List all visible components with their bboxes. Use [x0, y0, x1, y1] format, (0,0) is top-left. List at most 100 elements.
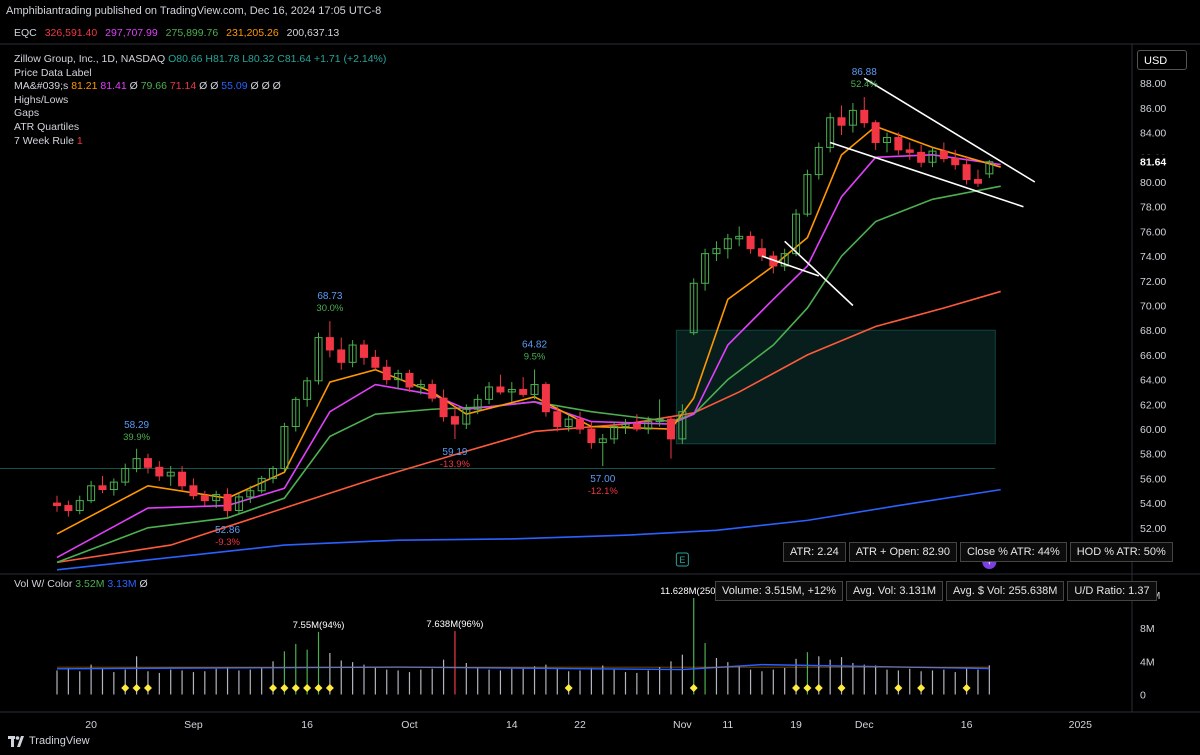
volume-legend-v3: Ø: [139, 578, 148, 590]
volume-diamond-marker: [814, 684, 823, 692]
volume-legend-label[interactable]: Vol W/ Color: [14, 578, 72, 590]
candle-body: [143, 458, 152, 468]
volume-diamond-marker: [325, 684, 334, 692]
eqc-legend: EQC 326,591.40 297,707.99 275,899.76 231…: [14, 27, 344, 39]
eqc-label: EQC: [14, 27, 37, 39]
volume-diamond-marker: [280, 684, 289, 692]
candle-body: [632, 423, 641, 430]
candle-body: [860, 109, 869, 124]
price-tick-label: 56.00: [1140, 473, 1166, 485]
candle-body: [337, 349, 346, 363]
volume-diamond-marker: [291, 684, 300, 692]
price-tick-label: 66.00: [1140, 350, 1166, 362]
price-tick-label: 84.00: [1140, 128, 1166, 140]
swing-low-pct: -9.3%: [215, 537, 240, 548]
eqc-value: 326,591.40: [44, 27, 98, 39]
stat-hod-atr: HOD % ATR: 50%: [1069, 542, 1173, 562]
candle-body: [951, 158, 960, 166]
swing-high-pct: 39.9%: [123, 432, 150, 443]
stat-avg-dollar-volume: Avg. $ Vol: 255.638M: [946, 581, 1065, 601]
candle-body: [894, 137, 903, 151]
time-tick-label: 16: [301, 719, 313, 731]
candle-body: [962, 164, 971, 181]
candle-body: [98, 485, 107, 491]
time-tick-label: Oct: [401, 719, 417, 731]
ma-value: 79.66: [140, 80, 167, 93]
eqc-value: 275,899.76: [165, 27, 219, 39]
ma-value: Ø: [129, 80, 138, 93]
legend-price-data-label[interactable]: Price Data Label: [14, 67, 386, 81]
volume-diamond-marker: [121, 684, 130, 692]
price-tick-label: 88.00: [1140, 78, 1166, 90]
candle-body: [973, 179, 982, 184]
candle-body: [450, 416, 459, 425]
stat-atr: ATR: 2.24: [783, 542, 846, 562]
time-tick-label: Nov: [673, 719, 692, 731]
volume-spike-label: 7.55M(94%): [293, 620, 345, 631]
candle-body: [428, 384, 437, 399]
time-tick-label: 2025: [1069, 719, 1093, 731]
legend-highs-lows[interactable]: Highs/Lows: [14, 94, 386, 108]
ma-value: 81.41: [100, 80, 127, 93]
tradingview-logo-icon: [8, 735, 24, 747]
price-tick-label: 64.00: [1140, 375, 1166, 387]
legend-week-rule[interactable]: 7 Week Rule: [14, 135, 74, 147]
volume-legend: Vol W/ Color 3.52M 3.13M Ø: [14, 578, 148, 590]
trendline: [784, 240, 854, 307]
time-tick-label: 19: [790, 719, 802, 731]
swing-low-label: 52.86: [215, 525, 240, 536]
legend-atr-quartiles[interactable]: ATR Quartiles: [14, 121, 386, 135]
price-tick-label: 70.00: [1140, 301, 1166, 313]
time-tick-label: 14: [506, 719, 518, 731]
candle-body: [405, 372, 414, 388]
volume-diamond-marker: [803, 684, 812, 692]
gap-zone: [675, 329, 996, 445]
eqc-value: 297,707.99: [105, 27, 158, 39]
volume-diamond-marker: [837, 684, 846, 692]
volume-diamond-marker: [564, 684, 573, 692]
candle-body: [359, 344, 368, 358]
candle-body: [871, 122, 880, 143]
stat-close-atr: Close % ATR: 44%: [960, 542, 1067, 562]
candle-body: [178, 471, 187, 487]
ma-value: 71.14: [169, 80, 197, 93]
legend-gaps[interactable]: Gaps: [14, 107, 386, 121]
week-rule-value: 1: [76, 134, 83, 147]
candle-body: [757, 248, 766, 257]
price-tick-label: 72.00: [1140, 276, 1166, 288]
price-tick-label: 62.00: [1140, 399, 1166, 411]
trendline: [863, 77, 1036, 183]
footer-brand[interactable]: TradingView: [29, 735, 90, 747]
candle-body: [155, 466, 164, 477]
ma-value: Ø Ø Ø: [250, 80, 281, 93]
candle-body: [666, 418, 675, 440]
price-tick-label: 54.00: [1140, 498, 1166, 510]
eqc-value: 200,637.13: [286, 27, 340, 39]
volume-legend-v1: 3.52M: [75, 578, 105, 590]
volume-tick-label: 4M: [1140, 656, 1155, 668]
volume-diamond-marker: [917, 684, 926, 692]
publisher-header: Amphibiantrading published on TradingVie…: [6, 5, 382, 17]
candle-body: [587, 428, 596, 444]
candle-body: [371, 356, 380, 368]
swing-high-label: 68.73: [317, 291, 342, 302]
symbol-title[interactable]: Zillow Group, Inc., 1D, NASDAQ: [14, 53, 165, 65]
volume-diamond-marker: [314, 684, 323, 692]
legend-ma-label[interactable]: MA&#039;s: [14, 80, 68, 92]
swing-high-pct: 9.5%: [524, 351, 546, 362]
volume-stats: Volume: 3.515M, +12% Avg. Vol: 3.131M Av…: [715, 581, 1157, 601]
trendline: [829, 141, 1024, 208]
price-tick-label: 76.00: [1140, 226, 1166, 238]
swing-high-label: 86.88: [852, 67, 877, 78]
stat-avg-volume: Avg. Vol: 3.131M: [846, 581, 944, 601]
price-tick-label: 58.00: [1140, 449, 1166, 461]
candle-body: [53, 502, 61, 507]
candle-body: [64, 505, 73, 512]
currency-button[interactable]: USD: [1137, 50, 1187, 70]
ma-value: Ø Ø: [199, 80, 219, 93]
swing-high-pct: 30.0%: [316, 303, 343, 314]
volume-diamond-marker: [894, 684, 903, 692]
candle-body: [496, 386, 505, 393]
time-tick-label: Sep: [184, 719, 203, 731]
candle-body: [837, 117, 846, 126]
